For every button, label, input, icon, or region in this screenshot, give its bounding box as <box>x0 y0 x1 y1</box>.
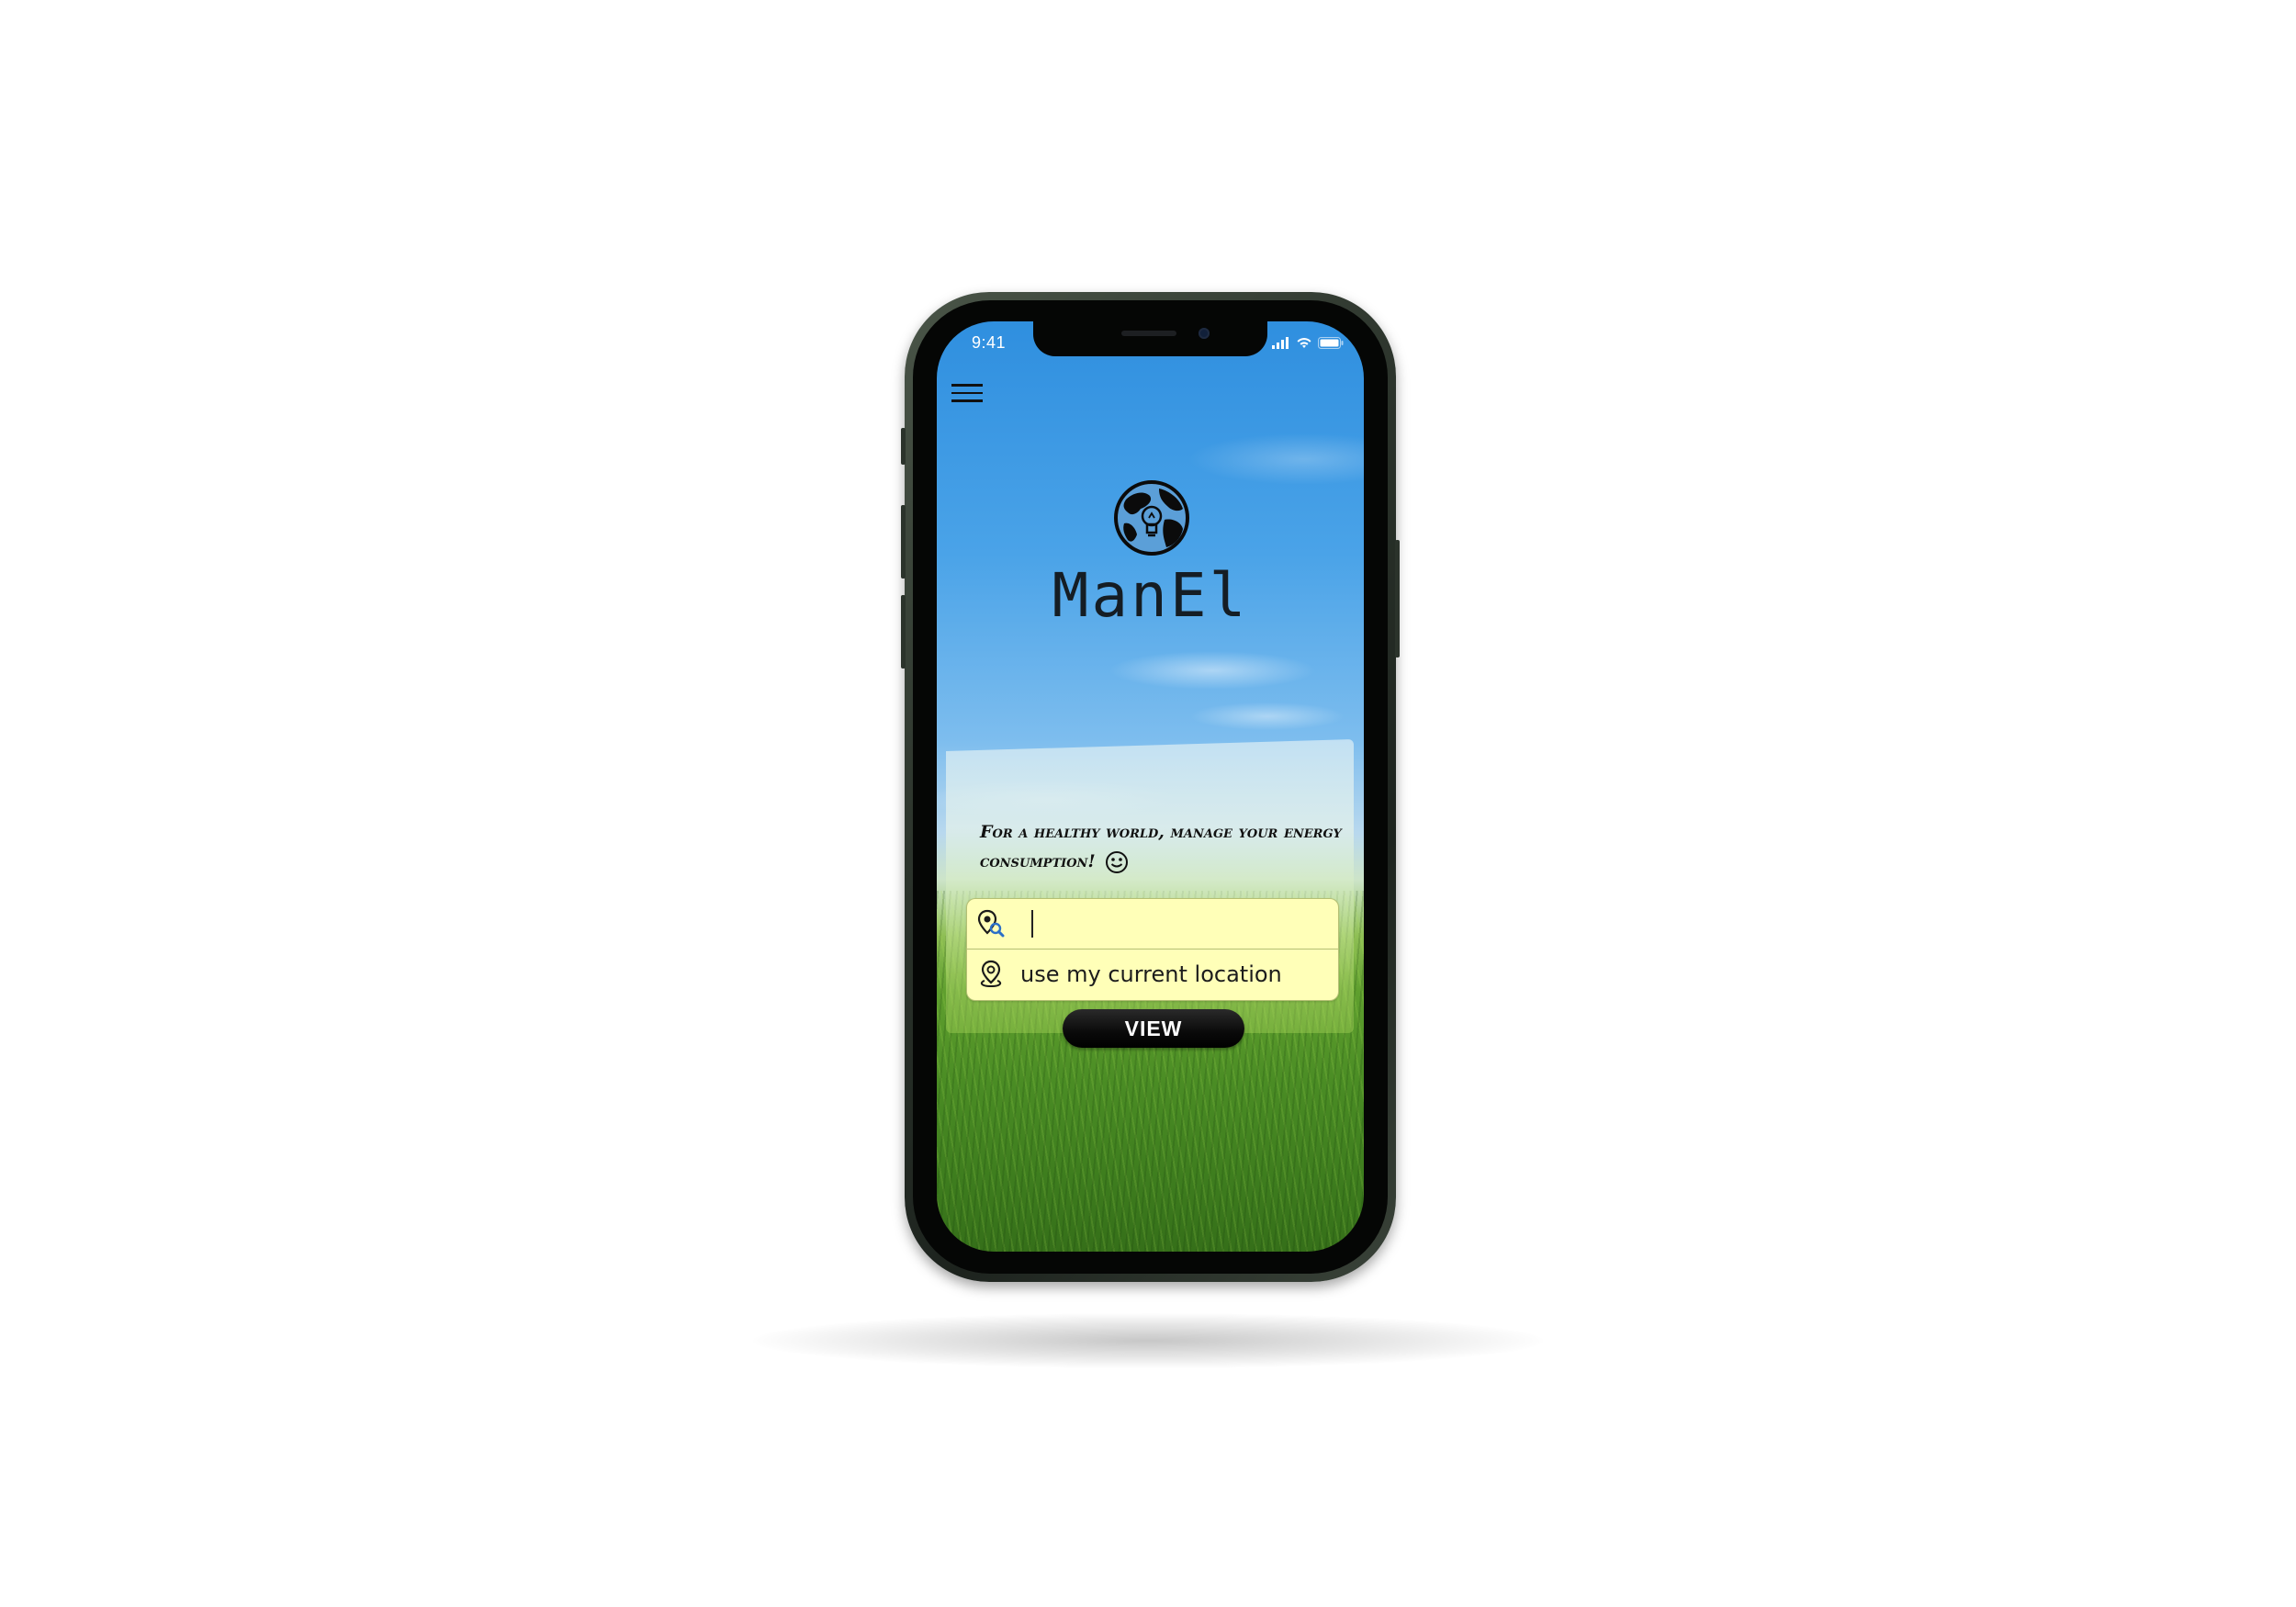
use-current-location-option[interactable]: use my current location <box>967 950 1338 999</box>
battery-icon <box>1318 336 1344 349</box>
power-button <box>1395 540 1400 657</box>
smiley-face-icon <box>1106 851 1129 873</box>
app-brand-name: ManEl <box>1052 560 1249 631</box>
text-cursor <box>1031 910 1033 938</box>
phone-screen: 9:41 ManEl For a healthy world, manage y… <box>937 321 1364 1252</box>
front-camera <box>1199 328 1210 339</box>
cellular-signal-icon <box>1272 336 1289 349</box>
silent-switch <box>901 428 906 465</box>
phone-floor-shadow <box>753 1313 1543 1368</box>
location-search-box: use my current location <box>966 898 1339 1001</box>
map-pin-search-icon <box>971 905 1011 942</box>
volume-up-button <box>901 505 906 579</box>
wifi-icon <box>1297 337 1311 348</box>
location-pin-icon <box>971 956 1011 993</box>
status-time: 9:41 <box>972 333 1007 352</box>
use-current-location-label[interactable]: use my current location <box>1020 961 1282 987</box>
mockup-stage: 9:41 ManEl For a healthy world, manage y… <box>0 0 2296 1607</box>
phone-notch <box>1033 321 1267 356</box>
status-icons <box>1272 335 1344 350</box>
hamburger-menu-icon[interactable] <box>951 384 983 408</box>
view-button[interactable]: VIEW <box>1063 1009 1244 1048</box>
tagline-text: For a healthy world, manage your energy … <box>980 822 1342 871</box>
phone-frame: 9:41 ManEl For a healthy world, manage y… <box>901 292 1400 1282</box>
globe-lightbulb-icon <box>1114 480 1189 556</box>
tagline: For a healthy world, manage your energy … <box>980 817 1347 876</box>
location-search-input[interactable] <box>1011 905 1338 943</box>
search-row[interactable] <box>967 899 1338 950</box>
volume-down-button <box>901 595 906 669</box>
earpiece-speaker <box>1121 331 1176 336</box>
